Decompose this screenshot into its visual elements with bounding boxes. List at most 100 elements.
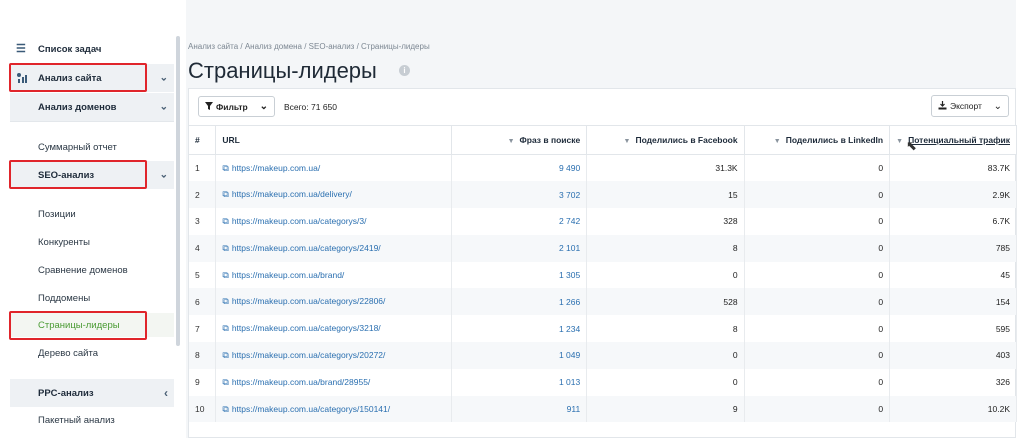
row-phrases[interactable]: 1 234 xyxy=(451,315,588,343)
row-index: 9 xyxy=(189,368,217,396)
sidebar-item-competitors[interactable]: Конкуренты xyxy=(10,230,174,254)
row-phrases[interactable]: 1 266 xyxy=(451,288,588,316)
table-row: 7 ⧉ https://makeup.com.ua/categorys/3218/… xyxy=(189,315,1017,343)
col-header-label: Потенциальный трафик xyxy=(908,135,1010,145)
row-index: 5 xyxy=(189,261,217,289)
row-phrases[interactable]: 911 xyxy=(451,395,588,423)
sidebar-item-label: Конкуренты xyxy=(38,236,90,248)
sidebar-item-label: Дерево сайта xyxy=(38,347,99,359)
url-text: https://makeup.com.ua/categorys/3/ xyxy=(231,215,367,226)
row-index: 3 xyxy=(189,208,217,235)
row-index: 2 xyxy=(189,181,217,209)
col-header-index: # xyxy=(189,125,217,155)
sidebar-item-tasks[interactable]: ☰ Список задач xyxy=(10,37,174,61)
chevron-down-icon[interactable]: ⌄ xyxy=(160,170,168,181)
sidebar-item-label: Сравнение доменов xyxy=(38,264,128,276)
url-text: https://makeup.com.ua/ xyxy=(231,162,321,173)
row-traffic: 326 xyxy=(889,368,1017,396)
row-traffic: 83.7K xyxy=(889,154,1017,182)
sidebar-item-summary[interactable]: Суммарный отчет xyxy=(10,135,174,159)
col-header-phrases[interactable]: ▼ Фраз в поиске xyxy=(451,125,588,155)
row-linkedin: 0 xyxy=(744,234,891,262)
row-url-link[interactable]: ⧉ https://makeup.com.ua/categorys/22806/ xyxy=(215,288,453,316)
row-linkedin: 0 xyxy=(744,368,891,396)
sidebar-item-domain-analysis[interactable]: Анализ доменов ⌄ xyxy=(10,93,174,121)
chevron-down-icon[interactable]: ⌄ xyxy=(160,102,168,113)
row-url-link[interactable]: ⧉ https://makeup.com.ua/categorys/20272/ xyxy=(215,342,453,369)
table-row: 9 ⧉ https://makeup.com.ua/brand/28955/ 1 … xyxy=(189,368,1017,396)
table-row: 2 ⧉ https://makeup.com.ua/delivery/ 3 702… xyxy=(189,181,1017,209)
col-header-facebook[interactable]: ▼ Поделились в Facebook xyxy=(586,125,745,155)
filter-button[interactable]: Фильтр ⌄ xyxy=(198,96,275,117)
chevron-down-icon[interactable]: ⌄ xyxy=(160,73,168,84)
sidebar-item-label: Анализ доменов xyxy=(38,101,117,113)
divider xyxy=(10,121,174,122)
chevron-down-icon: ⌄ xyxy=(259,101,268,112)
row-traffic: 403 xyxy=(889,342,1017,369)
row-index: 10 xyxy=(189,395,217,423)
breadcrumb[interactable]: Анализ сайта / Анализ домена / SEO-анали… xyxy=(188,42,430,51)
table-row: 6 ⧉ https://makeup.com.ua/categorys/22806… xyxy=(189,288,1017,316)
row-linkedin: 0 xyxy=(744,154,891,182)
col-header-url[interactable]: URL xyxy=(215,125,453,155)
sidebar-item-ppc[interactable]: PPC-анализ ‹ xyxy=(10,379,174,407)
row-phrases[interactable]: 2 742 xyxy=(451,208,588,235)
sidebar: ☰ Список задач Анализ сайта ⌄ Анализ дом… xyxy=(0,0,178,438)
row-url-link[interactable]: ⧉ https://makeup.com.ua/brand/ xyxy=(215,261,453,289)
row-phrases[interactable]: 3 702 xyxy=(451,181,588,209)
sidebar-item-subdomains[interactable]: Поддомены xyxy=(10,286,174,310)
row-url-link[interactable]: ⧉ https://makeup.com.ua/brand/28955/ xyxy=(215,368,453,396)
row-traffic: 6.7K xyxy=(889,208,1017,235)
row-url-link[interactable]: ⧉ https://makeup.com.ua/categorys/3218/ xyxy=(215,315,453,343)
row-phrases[interactable]: 1 049 xyxy=(451,342,588,369)
chevron-left-icon[interactable]: ‹ xyxy=(164,386,168,400)
row-url-link[interactable]: ⧉ https://makeup.com.ua/ xyxy=(215,154,453,182)
url-text: https://makeup.com.ua/categorys/2419/ xyxy=(231,242,381,253)
row-phrases[interactable]: 1 013 xyxy=(451,368,588,396)
row-url-link[interactable]: ⧉ https://makeup.com.ua/delivery/ xyxy=(215,181,453,209)
row-phrases[interactable]: 9 490 xyxy=(451,154,588,182)
row-linkedin: 0 xyxy=(744,288,891,316)
table-row: 10 ⧉ https://makeup.com.ua/categorys/1501… xyxy=(189,395,1017,423)
mouse-cursor-icon: ⬉ xyxy=(906,138,917,153)
sidebar-item-batch[interactable]: Пакетный анализ xyxy=(10,408,174,432)
sidebar-item-label: Позиции xyxy=(38,208,76,220)
report-panel: Фильтр ⌄ Всего: 71 650 Экспорт ⌄ # URL ▼ xyxy=(188,88,1017,438)
highlight-box xyxy=(9,311,147,340)
url-text: https://makeup.com.ua/categorys/22806/ xyxy=(231,296,386,307)
row-url-link[interactable]: ⧉ https://makeup.com.ua/categorys/3/ xyxy=(215,208,453,235)
table-row: 8 ⧉ https://makeup.com.ua/categorys/20272… xyxy=(189,342,1017,369)
row-facebook: 15 xyxy=(586,181,745,209)
external-link-icon: ⧉ xyxy=(222,189,229,200)
sort-icon: ▼ xyxy=(623,138,631,145)
sidebar-item-label: Суммарный отчет xyxy=(38,141,117,153)
row-phrases[interactable]: 2 101 xyxy=(451,234,588,262)
list-icon: ☰ xyxy=(16,43,26,55)
external-link-icon: ⧉ xyxy=(222,323,229,334)
row-phrases[interactable]: 1 305 xyxy=(451,261,588,289)
row-url-link[interactable]: ⧉ https://makeup.com.ua/categorys/150141/ xyxy=(215,395,453,423)
table-row: 5 ⧉ https://makeup.com.ua/brand/ 1 305 0 … xyxy=(189,261,1017,289)
row-linkedin: 0 xyxy=(744,208,891,235)
row-facebook: 0 xyxy=(586,342,745,369)
sidebar-item-positions[interactable]: Позиции xyxy=(10,202,174,226)
highlight-box xyxy=(9,160,147,189)
row-linkedin: 0 xyxy=(744,181,891,209)
url-text: https://makeup.com.ua/categorys/3218/ xyxy=(231,323,381,334)
highlight-box xyxy=(9,63,147,92)
info-icon[interactable]: i xyxy=(399,65,410,76)
col-header-linkedin[interactable]: ▼ Поделились в LinkedIn xyxy=(744,125,891,155)
col-header-label: Поделились в LinkedIn xyxy=(785,135,884,145)
export-label: Экспорт xyxy=(950,101,982,111)
row-index: 1 xyxy=(189,154,217,182)
export-button[interactable]: Экспорт ⌄ xyxy=(931,95,1009,117)
row-index: 6 xyxy=(189,288,217,316)
sidebar-item-compare[interactable]: Сравнение доменов xyxy=(10,258,174,282)
sidebar-item-label: Список задач xyxy=(38,43,102,55)
row-url-link[interactable]: ⧉ https://makeup.com.ua/categorys/2419/ xyxy=(215,234,453,262)
toolbar: Фильтр ⌄ Всего: 71 650 Экспорт ⌄ xyxy=(189,89,1015,125)
row-traffic: 2.9K xyxy=(889,181,1017,209)
sidebar-scrollbar[interactable] xyxy=(176,36,180,346)
row-facebook: 328 xyxy=(586,208,745,235)
sidebar-item-tree[interactable]: Дерево сайта xyxy=(10,341,174,365)
